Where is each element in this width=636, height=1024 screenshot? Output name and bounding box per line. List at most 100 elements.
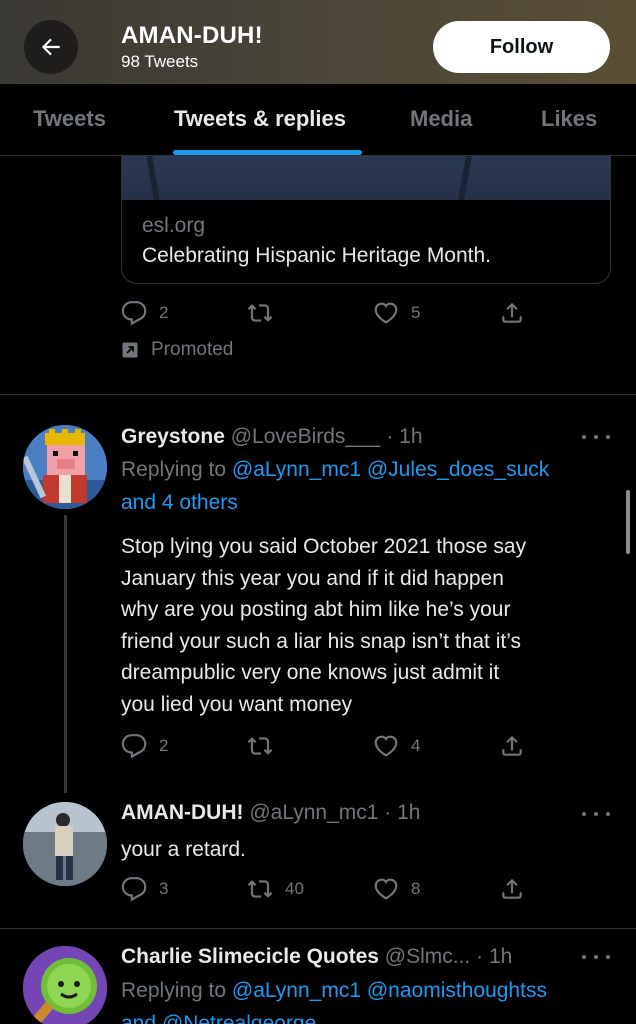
tab-tweets[interactable]: Tweets [33,106,106,132]
more-dot-icon [606,955,610,959]
retweet-icon [247,880,273,898]
more-dot-icon [594,955,598,959]
tweet-time[interactable]: · 1h [384,801,420,824]
more-dot-icon [582,435,586,439]
tweet-header: Greystone @LoveBirds___ · 1h [121,425,423,449]
promoted-arrow-icon [122,342,138,358]
mention-link[interactable]: @naomisthoughtss [367,979,547,1002]
author-name[interactable]: Greystone [121,425,225,448]
scrollbar[interactable] [626,490,630,554]
reply-count: 2 [159,736,169,755]
replying-to: Replying to @aLynn_mc1 @Jules_does_suck [121,458,549,482]
follow-button[interactable]: Follow [433,21,610,73]
heart-icon [374,735,398,757]
author-name[interactable]: Charlie Slimecicle Quotes [121,945,379,968]
share-button[interactable] [499,876,525,902]
retweet-button[interactable]: 40 [247,876,304,902]
reply-button[interactable]: 3 [121,876,168,902]
tweet-count: 98 Tweets [121,52,199,71]
avatar-image [23,946,107,1024]
author-handle[interactable]: @Slmc... [385,945,471,968]
profile-name: AMAN-DUH! [121,22,263,49]
heart-icon [374,302,398,324]
tweet-time[interactable]: · 1h [386,425,422,448]
tab-likes[interactable]: Likes [541,106,597,132]
promoted-indicator: Promoted [121,339,233,361]
tweet-actions: 3 40 8 [121,876,531,906]
tweet-text-line: why are you posting abt him like he’s yo… [121,598,511,621]
author-handle[interactable]: @LoveBirds___ [231,425,381,448]
like-button[interactable]: 5 [373,300,420,326]
like-button[interactable]: 4 [373,733,420,759]
promoted-label: Promoted [151,339,234,360]
tab-media[interactable]: Media [410,106,472,132]
avatar-image [23,425,107,509]
divider [0,394,636,395]
profile-tabs: Tweets Tweets & replies Media Likes [0,84,636,156]
avatar[interactable] [23,946,107,1024]
reply-button[interactable]: 2 [121,300,168,326]
replying-prefix: Replying to [121,979,227,1002]
divider [0,928,636,929]
arrow-left-icon [41,38,60,56]
promoted-link-card[interactable]: esl.org Celebrating Hispanic Heritage Mo… [121,156,611,284]
profile-header: AMAN-DUH! 98 Tweets Follow [0,0,636,84]
share-button[interactable] [499,733,525,759]
share-icon [502,735,522,756]
like-count: 5 [411,303,421,322]
retweet-icon [247,304,273,322]
card-title: Celebrating Hispanic Heritage Month. [142,244,492,267]
retweet-button[interactable] [247,300,273,326]
promoted-actions: 2 5 [121,300,531,330]
mention-link[interactable]: @aLynn_mc1 [232,458,361,481]
more-dot-icon [594,812,598,816]
tweet-time[interactable]: · 1h [476,945,512,968]
reply-icon [121,877,147,902]
thread-line [64,515,67,793]
like-count: 4 [411,736,421,755]
more-dot-icon [582,812,586,816]
back-button[interactable] [24,20,78,74]
tweet-text: Stop lying you said October 2021 those s… [121,531,611,720]
more-dot-icon [582,955,586,959]
tab-tweets-and-replies[interactable]: Tweets & replies [174,106,346,132]
avatar[interactable] [23,425,107,509]
tweet-text-line: friend your such a liar his snap isn’t t… [121,629,521,653]
tweet-text-line: you lied you want money [121,692,353,716]
others-link[interactable]: and 4 others [121,491,238,514]
author-name[interactable]: AMAN-DUH! [121,801,243,824]
share-button[interactable] [499,300,525,326]
share-icon [502,878,522,899]
tweet-header: AMAN-DUH! @aLynn_mc1 · 1h [121,801,420,825]
share-icon [502,302,522,323]
reply-count: 2 [159,303,169,322]
tweet-actions: 2 4 [121,733,531,763]
replying-to: Replying to @aLynn_mc1 @naomisthoughtss [121,979,547,1003]
card-image [122,156,610,200]
mention-link[interactable]: @Jules_does_suck [367,458,549,481]
card-domain: esl.org [142,214,206,237]
more-dot-icon [606,435,610,439]
more-options-button[interactable] [582,810,610,818]
more-options-button[interactable] [582,953,610,961]
retweet-count: 40 [285,879,304,898]
replying-others: and @Netrealgeorge [121,1012,316,1024]
reply-button[interactable]: 2 [121,733,168,759]
avatar[interactable] [23,802,107,886]
replying-others: and 4 others [121,491,238,515]
retweet-button[interactable] [247,733,273,759]
tweet-header: Charlie Slimecicle Quotes @Slmc... · 1h [121,945,512,969]
more-dot-icon [594,435,598,439]
mention-link[interactable]: @aLynn_mc1 [232,979,361,1002]
reply-count: 3 [159,879,169,898]
tweet-text: your a retard. [121,838,246,861]
heart-icon [374,878,398,900]
others-link[interactable]: and @Netrealgeorge [121,1012,316,1024]
replying-prefix: Replying to [121,458,227,481]
author-handle[interactable]: @aLynn_mc1 [249,801,378,824]
more-options-button[interactable] [582,433,610,441]
reply-icon [121,301,147,326]
reply-icon [121,734,147,759]
avatar-image [23,802,107,886]
like-button[interactable]: 8 [373,876,420,902]
